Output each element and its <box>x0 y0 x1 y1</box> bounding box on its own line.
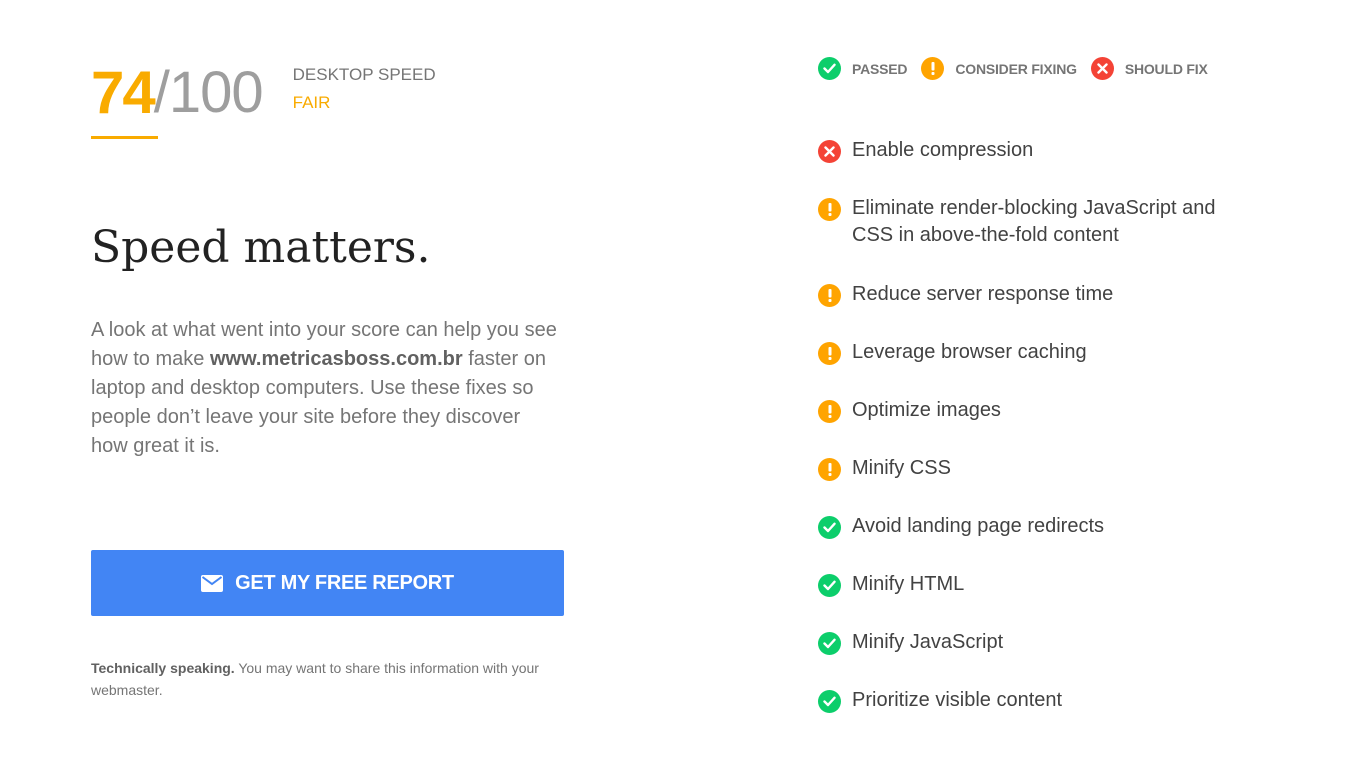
check-circle-icon <box>818 632 841 655</box>
score-rating: FAIR <box>292 93 331 112</box>
legend-label: SHOULD FIX <box>1124 60 1208 77</box>
site-url: www.metricasboss.com.br <box>209 348 463 370</box>
x-circle-icon <box>1090 57 1114 80</box>
rule-item: Minify JavaScript <box>818 629 1238 656</box>
rule-label: Reduce server response time <box>852 283 1114 305</box>
score-underline <box>91 136 158 139</box>
rule-label: Eliminate render-blocking JavaScript and… <box>852 197 1216 246</box>
rule-label: Enable compression <box>852 139 1034 161</box>
rule-label: Minify JavaScript <box>852 631 1004 653</box>
page: 74 /100 DESKTOP SPEED FAIR Speed matters… <box>0 0 1364 768</box>
footnote-bold: Technically speaking. <box>91 660 235 676</box>
check-circle-icon <box>818 574 841 597</box>
headline: Speed matters. <box>91 222 431 273</box>
exclamation-circle-icon <box>818 342 841 365</box>
legend: PASSED CONSIDER FIXING SHOULD FIX <box>818 57 1222 80</box>
exclamation-circle-icon <box>818 198 841 221</box>
check-circle-icon <box>818 57 841 80</box>
exclamation-circle-icon <box>921 57 945 80</box>
exclamation-circle-icon <box>818 400 841 423</box>
legend-item-consider: CONSIDER FIXING <box>921 57 1077 80</box>
rule-label: Minify CSS <box>852 457 951 479</box>
score-display: 74 /100 DESKTOP SPEED FAIR <box>91 58 436 128</box>
rule-item: Enable compression <box>818 137 1238 164</box>
rule-item: Reduce server response time <box>818 281 1238 308</box>
rule-label: Prioritize visible content <box>852 689 1063 711</box>
legend-item-fix: SHOULD FIX <box>1090 57 1208 80</box>
check-circle-icon <box>818 516 841 539</box>
x-circle-icon <box>818 140 841 163</box>
exclamation-circle-icon <box>818 284 841 307</box>
check-circle-icon <box>818 690 841 713</box>
rule-item: Minify HTML <box>818 571 1238 598</box>
description: A look at what went into your score can … <box>91 316 561 461</box>
rule-item: Minify CSS <box>818 455 1238 482</box>
score-label: DESKTOP SPEED <box>292 65 436 84</box>
mail-icon <box>201 574 224 592</box>
rule-item: Eliminate render-blocking JavaScript and… <box>818 195 1238 249</box>
get-report-button[interactable]: GET MY FREE REPORT <box>91 550 564 616</box>
footnote: Technically speaking. You may want to sh… <box>91 657 571 701</box>
rule-label: Minify HTML <box>852 573 965 595</box>
rule-item: Leverage browser caching <box>818 339 1238 366</box>
legend-item-passed: PASSED <box>818 57 908 80</box>
score-meta: DESKTOP SPEED FAIR <box>293 64 436 114</box>
exclamation-circle-icon <box>818 458 841 481</box>
rule-item: Avoid landing page redirects <box>818 513 1238 540</box>
rule-label: Leverage browser caching <box>852 341 1087 363</box>
rule-item: Prioritize visible content <box>818 687 1238 714</box>
score-value: 74 <box>91 59 156 126</box>
get-report-label: GET MY FREE REPORT <box>235 571 454 594</box>
score-max: /100 <box>153 60 264 125</box>
rule-item: Optimize images <box>818 397 1238 424</box>
rule-label: Avoid landing page redirects <box>852 515 1105 537</box>
legend-label: CONSIDER FIXING <box>955 60 1077 77</box>
rule-label: Optimize images <box>852 399 1001 421</box>
legend-label: PASSED <box>852 60 908 77</box>
